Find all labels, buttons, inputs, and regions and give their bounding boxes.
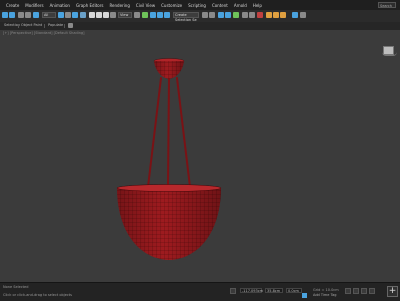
search-input[interactable]: Search [378,2,396,8]
bind-spacewarp-icon[interactable] [33,12,39,18]
move-icon[interactable] [89,12,95,18]
time-tag-icon[interactable] [302,293,307,298]
link-icon[interactable] [18,12,24,18]
menu-rendering[interactable]: Rendering [109,3,129,8]
percent-snap-icon[interactable] [164,12,170,18]
prompt-line: Click or click-and-drag to select object… [3,293,72,297]
scale-icon[interactable] [103,12,109,18]
key-filters-icon[interactable] [361,288,367,294]
rectangular-selection-icon[interactable] [72,12,78,18]
selection-status: None Selected [3,285,29,289]
isolate-selection-icon[interactable] [230,288,236,294]
x-coordinate-field[interactable]: -117.093cm [240,288,263,293]
perspective-viewport[interactable]: [+] [Perspective] [Standard] [Default Sh… [0,30,400,282]
scene-explorer-icon[interactable] [218,12,224,18]
rotate-icon[interactable] [96,12,102,18]
menu-help[interactable]: Help [253,3,262,8]
align-icon[interactable] [209,12,215,18]
ceiling-canopy[interactable] [153,58,185,80]
tab-populate[interactable]: Populate [48,23,63,27]
menu-modifiers[interactable]: Modifiers [25,3,43,8]
menu-create[interactable]: Create [6,3,19,8]
z-coordinate-field[interactable]: 0.0cm [286,288,302,293]
suspension-rods[interactable] [147,77,191,188]
unlink-icon[interactable] [25,12,31,18]
tab-separator [44,24,45,28]
layer-explorer-icon[interactable] [225,12,231,18]
angle-snap-icon[interactable] [157,12,163,18]
pivot-icon[interactable] [134,12,140,18]
render-setup-icon[interactable] [266,12,272,18]
menu-animation[interactable]: Animation [50,3,70,8]
undo-icon[interactable] [2,12,8,18]
rendered-frame-window-icon[interactable] [273,12,279,18]
ribbon-tab-row: Selection Object Paint Populate [0,22,400,30]
ribbon-menu-icon[interactable] [68,23,73,28]
redo-icon[interactable] [9,12,15,18]
zoom-extents-all-button[interactable]: + [387,286,398,297]
keyboard-shortcut-override-icon[interactable] [142,12,148,18]
mirror-icon[interactable] [202,12,208,18]
time-config-icon[interactable] [369,288,375,294]
tab-object-paint[interactable]: Object Paint [21,23,42,27]
menu-civil-view[interactable]: Civil View [136,3,155,8]
schematic-view-icon[interactable] [249,12,255,18]
pendant-bowl[interactable] [116,184,222,261]
auto-key-icon[interactable] [345,288,351,294]
status-bar: None Selected Click or click-and-drag to… [0,282,400,301]
menu-customize[interactable]: Customize [161,3,182,8]
grid-size-label: Grid = 10.0cm [313,288,339,292]
add-time-tag-button[interactable]: Add Time Tag [313,293,337,297]
workspace-icon[interactable] [292,12,298,18]
scene-svg [116,58,222,261]
reference-coordinate-dropdown[interactable]: View [118,12,132,18]
select-object-icon[interactable] [58,12,64,18]
menu-content[interactable]: Content [212,3,228,8]
y-coordinate-field[interactable]: 35.8cm [265,288,283,293]
toolbar-extra-icon[interactable] [300,12,306,18]
ribbon-toggle-icon[interactable] [233,12,239,18]
material-editor-icon[interactable] [257,12,263,18]
menu-bar: Create Modifiers Animation Graph Editors… [0,0,400,10]
window-crossing-icon[interactable] [80,12,86,18]
app-window: Create Modifiers Animation Graph Editors… [0,0,400,301]
tab-separator [18,24,19,28]
menu-graph-editors[interactable]: Graph Editors [76,3,103,8]
render-production-icon[interactable] [280,12,286,18]
set-key-icon[interactable] [353,288,359,294]
selection-filter-dropdown[interactable]: All [42,12,56,18]
named-selection-set-dropdown[interactable]: Create Selection Se [173,12,199,22]
placement-icon[interactable] [110,12,116,18]
snaps-toggle-icon[interactable] [150,12,156,18]
tab-separator [64,24,65,28]
menu-scripting[interactable]: Scripting [188,3,206,8]
select-by-name-icon[interactable] [65,12,71,18]
curve-editor-icon[interactable] [242,12,248,18]
menu-arnold[interactable]: Arnold [234,3,247,8]
